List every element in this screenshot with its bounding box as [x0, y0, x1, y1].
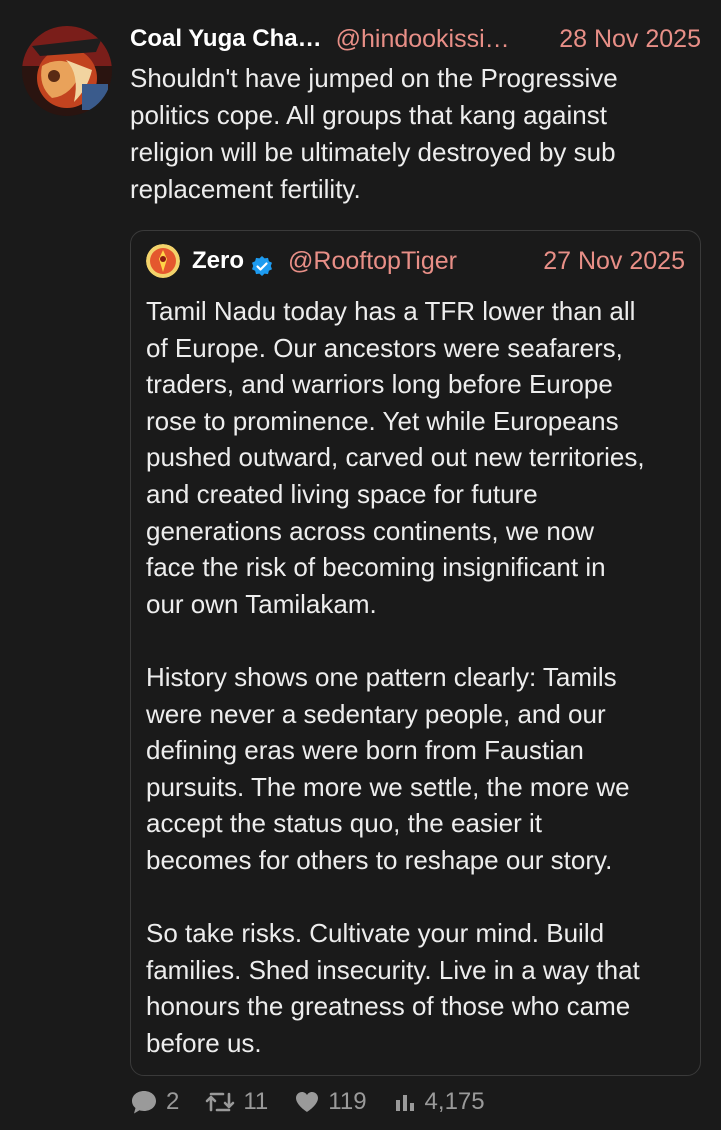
view-count: 4,175 — [424, 1088, 485, 1115]
reply-button[interactable]: 2 — [130, 1088, 179, 1116]
post-header: Coal Yuga Cha… @hindookissi… 28 Nov 2025 — [130, 20, 701, 58]
quote-text: Tamil Nadu today has a TFR lower than al… — [146, 296, 645, 1058]
heart-icon — [296, 1092, 319, 1112]
quote-author-name[interactable]: Zero — [192, 239, 244, 283]
quoted-tweet[interactable]: Zero @RooftopTiger 27 Nov 2025 Tamil Nad… — [130, 230, 701, 1076]
tweet-card: Coal Yuga Cha… @hindookissi… 28 Nov 2025… — [0, 0, 721, 1130]
post-content: Coal Yuga Cha… @hindookissi… 28 Nov 2025… — [130, 20, 701, 208]
quote-avatar-image — [146, 244, 180, 278]
like-button[interactable]: 119 — [294, 1088, 367, 1116]
avatar-image — [22, 26, 112, 116]
post-date[interactable]: 28 Nov 2025 — [559, 20, 701, 58]
quote-author-handle[interactable]: @RooftopTiger — [288, 239, 457, 283]
like-count: 119 — [328, 1088, 367, 1115]
quote-author-avatar[interactable] — [146, 244, 180, 278]
author-avatar[interactable] — [22, 26, 112, 116]
quote-header: Zero @RooftopTiger 27 Nov 2025 — [146, 239, 685, 283]
author-name[interactable]: Coal Yuga Cha… — [130, 20, 322, 58]
repost-arrows-icon — [206, 1092, 235, 1112]
bar-chart-icon — [395, 1095, 414, 1111]
verified-check-icon — [250, 249, 274, 276]
post-text: Shouldn't have jumped on the Progressive… — [130, 63, 618, 204]
reply-count: 2 — [166, 1088, 180, 1115]
views-button[interactable]: 4,175 — [393, 1088, 485, 1116]
repost-button[interactable]: 11 — [205, 1088, 268, 1116]
action-bar: 2 11 119 4,175 — [130, 1088, 511, 1116]
speech-bubble-icon — [132, 1091, 156, 1114]
author-handle[interactable]: @hindookissi… — [336, 20, 510, 58]
repost-count: 11 — [243, 1088, 269, 1115]
quote-date[interactable]: 27 Nov 2025 — [543, 239, 685, 283]
